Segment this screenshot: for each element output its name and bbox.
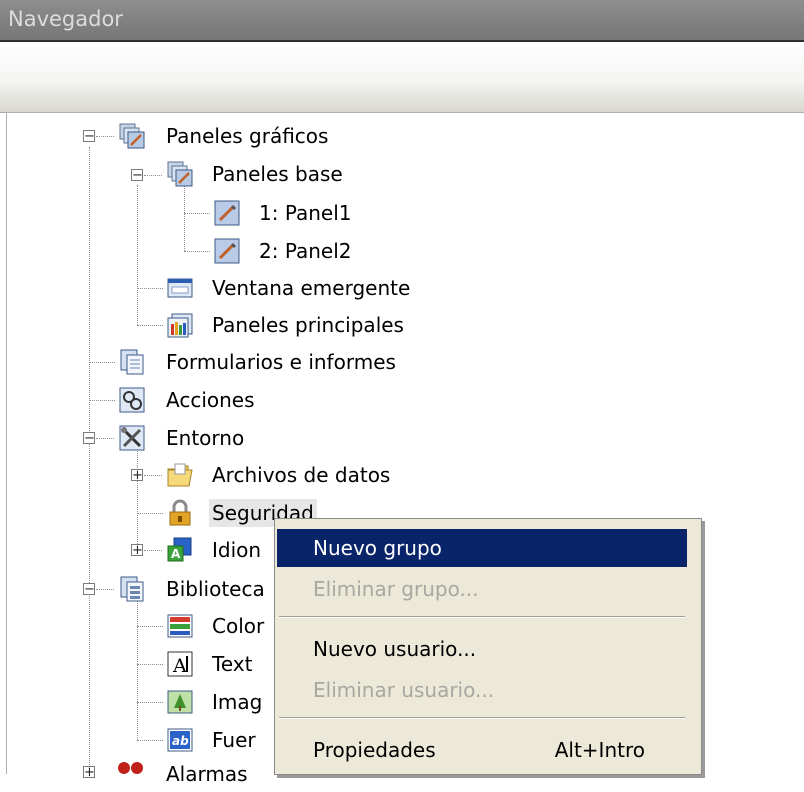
tree-line-level1-biblioteca	[137, 600, 138, 740]
tree-line-level0	[89, 147, 90, 773]
menu-separator	[279, 717, 685, 719]
menu-item-label: Nuevo grupo	[313, 536, 442, 560]
tools-icon	[118, 424, 146, 452]
tree-line-level1-entorno	[137, 448, 138, 550]
tree-hline	[137, 740, 163, 741]
context-menu: Nuevo grupo Eliminar grupo... Nuevo usua…	[274, 518, 702, 775]
menu-item-nuevo-usuario[interactable]: Nuevo usuario...	[277, 630, 687, 668]
tree-item-panel1[interactable]: 1: Panel1	[256, 199, 355, 227]
image-icon	[166, 688, 194, 716]
alarm-icon	[116, 760, 144, 788]
tree-hline	[137, 325, 163, 326]
languages-icon: A	[166, 536, 194, 564]
menu-item-label: Propiedades	[313, 738, 436, 762]
tree-item-formularios[interactable]: Formularios e informes	[163, 348, 399, 376]
tree-item-biblioteca[interactable]: Biblioteca	[163, 575, 268, 603]
tree-item-archivos-datos[interactable]: Archivos de datos	[209, 461, 393, 489]
svg-text:ab: ab	[172, 734, 189, 748]
tree-hline	[96, 589, 114, 590]
tree-hline	[184, 251, 210, 252]
expand-toggle-alarmas[interactable]: +	[83, 766, 95, 779]
lock-icon	[166, 499, 194, 527]
tree-item-paneles-graficos[interactable]: Paneles gráficos	[163, 122, 331, 150]
tree-item-entorno[interactable]: Entorno	[163, 424, 247, 452]
tree-line-level1-paneles	[137, 185, 138, 325]
tree-item-textos[interactable]: Text	[209, 650, 255, 678]
collapse-toggle-paneles-graficos[interactable]: −	[83, 130, 95, 143]
menu-item-label: Eliminar usuario...	[313, 678, 495, 702]
menu-item-nuevo-grupo[interactable]: Nuevo grupo	[277, 529, 687, 567]
fonts-icon: ab	[166, 726, 194, 754]
panel-brush-icon	[213, 199, 241, 227]
tree-hline	[144, 175, 162, 176]
main-panels-icon	[166, 311, 194, 339]
menu-item-shortcut: Alt+Intro	[554, 738, 645, 762]
tree-item-colores[interactable]: Color	[209, 612, 267, 640]
navigator-toolbar	[0, 44, 804, 113]
menu-item-label: Eliminar grupo...	[313, 577, 479, 601]
folder-icon	[166, 461, 194, 489]
collapse-toggle-entorno[interactable]: −	[83, 432, 95, 445]
tree-hline	[137, 513, 163, 514]
tree-hline	[144, 550, 162, 551]
tree-item-acciones[interactable]: Acciones	[163, 386, 258, 414]
navigator-title-bar: Navegador	[0, 0, 804, 42]
tree-hline	[137, 288, 163, 289]
panel-brush-icon	[213, 237, 241, 265]
menu-item-eliminar-grupo: Eliminar grupo...	[277, 570, 687, 608]
expand-toggle-archivos[interactable]: +	[131, 469, 143, 482]
tree-hline	[137, 664, 163, 665]
menu-separator	[279, 616, 685, 618]
text-icon: A	[166, 650, 194, 678]
expand-toggle-idiomas[interactable]: +	[131, 544, 143, 557]
tree-hline	[89, 362, 115, 363]
tree-hline	[96, 136, 114, 137]
tree-item-paneles-principales[interactable]: Paneles principales	[209, 311, 407, 339]
tree-item-ventana-emergente[interactable]: Ventana emergente	[209, 274, 413, 302]
tree-hline	[89, 400, 115, 401]
colors-icon	[166, 612, 194, 640]
menu-item-label: Nuevo usuario...	[313, 637, 477, 661]
tree-hline	[184, 213, 210, 214]
actions-gears-icon	[118, 386, 146, 414]
collapse-toggle-paneles-base[interactable]: −	[131, 169, 143, 182]
menu-item-propiedades[interactable]: Propiedades Alt+Intro	[277, 731, 687, 769]
tree-item-paneles-base[interactable]: Paneles base	[209, 160, 346, 188]
tree-item-panel2[interactable]: 2: Panel2	[256, 237, 355, 265]
tree-hline	[137, 626, 163, 627]
library-icon	[118, 575, 146, 603]
forms-icon	[118, 348, 146, 376]
tree-hline	[144, 475, 162, 476]
menu-item-eliminar-usuario: Eliminar usuario...	[277, 671, 687, 709]
panels-stack-icon	[166, 160, 194, 188]
svg-text:A: A	[171, 547, 181, 561]
collapse-toggle-biblioteca[interactable]: −	[83, 583, 95, 596]
tree-line-level2-base	[184, 185, 185, 251]
tree-item-alarmas[interactable]: Alarmas	[163, 760, 251, 788]
tree-hline	[96, 438, 114, 439]
tree-item-idiomas[interactable]: Idion	[209, 536, 264, 564]
tree-item-imagenes[interactable]: Imag	[209, 688, 265, 716]
tree-hline	[137, 702, 163, 703]
panels-stack-icon	[118, 122, 146, 150]
tree-item-fuentes[interactable]: Fuer	[209, 726, 259, 754]
navigator-title: Navegador	[8, 7, 123, 31]
popup-window-icon	[166, 274, 194, 302]
svg-text:A: A	[172, 655, 187, 677]
